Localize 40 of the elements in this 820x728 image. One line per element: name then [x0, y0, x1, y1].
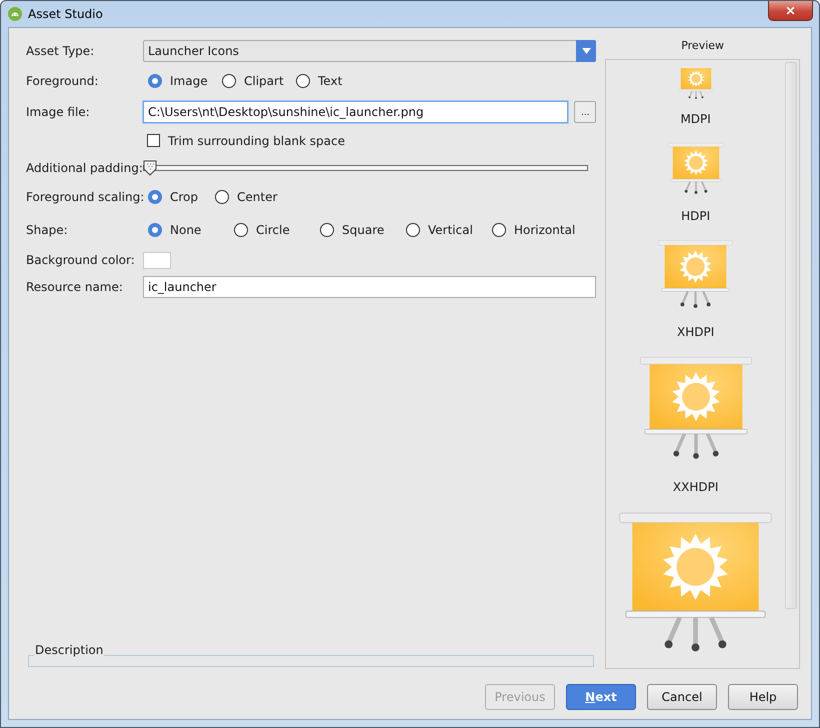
- field-label: Image file:: [26, 105, 91, 119]
- padding-slider[interactable]: [143, 160, 588, 176]
- dialog-button[interactable]: Cancel: [647, 684, 717, 710]
- radio-option[interactable]: Crop: [148, 190, 215, 204]
- trim-checkbox[interactable]: Trim surrounding blank space: [147, 134, 346, 148]
- radio-option[interactable]: Image: [148, 74, 222, 88]
- field-label: Additional padding:: [26, 160, 143, 174]
- browse-button[interactable]: ...: [574, 101, 596, 123]
- density-label: HDPI: [681, 209, 710, 223]
- radio-option[interactable]: Vertical: [406, 222, 492, 236]
- radio-option[interactable]: Square: [320, 222, 406, 236]
- radio-option[interactable]: Center: [215, 190, 282, 204]
- preview-title: Preview: [680, 38, 726, 54]
- radio-option[interactable]: Horizontal: [492, 222, 578, 236]
- field-label: Asset Type:: [26, 44, 96, 58]
- dropdown-arrow-icon: [582, 48, 591, 54]
- density-label: MDPI: [680, 112, 711, 126]
- dialog-button[interactable]: Next: [566, 684, 636, 710]
- image-file-field[interactable]: C:\Users\nt\Desktop\sunshine\ic_launcher.png: [143, 101, 568, 123]
- resource-name-field[interactable]: ic_launcher: [143, 276, 596, 298]
- radio-option[interactable]: None: [148, 222, 234, 236]
- radio-option[interactable]: Clipart: [222, 74, 296, 88]
- field-label: Foreground scaling:: [26, 190, 143, 204]
- slider-thumb[interactable]: [143, 160, 157, 176]
- field-label: Background color:: [26, 253, 136, 267]
- radio-option[interactable]: Text: [296, 74, 370, 88]
- density-label: XHDPI: [676, 325, 714, 339]
- dialog-button[interactable]: Help: [728, 684, 798, 710]
- android-icon: [8, 7, 22, 21]
- field-label: Foreground:: [26, 74, 100, 88]
- asset-type-dropdown[interactable]: Launcher Icons: [143, 40, 596, 62]
- scrollbar[interactable]: [785, 62, 797, 609]
- color-swatch[interactable]: [143, 252, 171, 268]
- close-button[interactable]: ✕: [768, 1, 813, 21]
- density-label: XXHDPI: [672, 480, 718, 494]
- radio-option[interactable]: Circle: [234, 222, 320, 236]
- field-label: Resource name:: [26, 280, 124, 294]
- group-label: Description: [34, 643, 104, 657]
- field-label: Shape:: [26, 222, 69, 236]
- window-title: Asset Studio: [28, 7, 103, 21]
